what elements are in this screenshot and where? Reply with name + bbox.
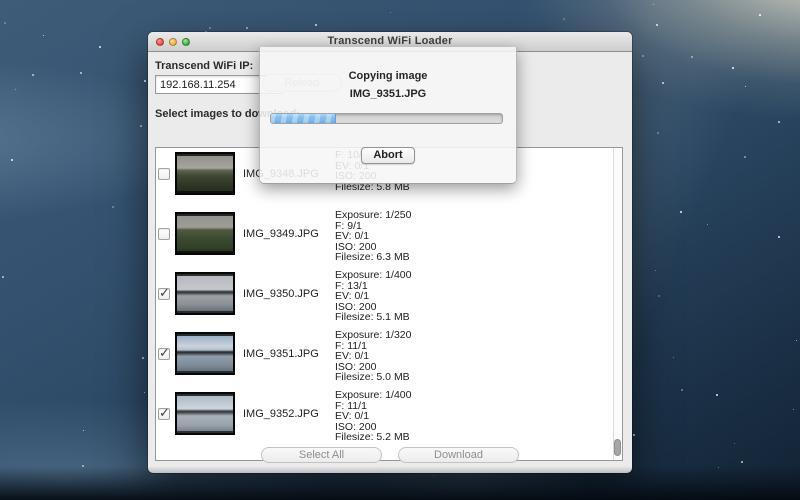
image-checkbox[interactable] [158, 168, 170, 180]
image-thumbnail [175, 392, 235, 435]
exif-line: Filesize: 5.0 MB [335, 372, 411, 383]
window-title: Transcend WiFi Loader [148, 35, 632, 47]
image-filename: IMG_9349.JPG [243, 228, 335, 240]
footer-bar: Select All Download [148, 447, 632, 463]
exif-line: Filesize: 5.1 MB [335, 312, 411, 323]
progress-bar-fill [271, 114, 336, 123]
select-all-button[interactable]: Select All [261, 447, 382, 463]
copy-progress-dialog: Copying image IMG_9351.JPG Abort [259, 47, 517, 184]
image-filename: IMG_9351.JPG [243, 348, 335, 360]
image-exif-info: Exposure: 1/400F: 13/1EV: 0/1ISO: 200Fil… [335, 270, 411, 323]
image-exif-info: Exposure: 1/320F: 11/1EV: 0/1ISO: 200Fil… [335, 330, 411, 383]
image-row: IMG_9352.JPG Exposure: 1/400F: 11/1EV: 0… [158, 390, 622, 437]
exif-line: Filesize: 5.2 MB [335, 432, 411, 443]
dialog-title: Copying image [260, 70, 516, 82]
download-button[interactable]: Download [398, 447, 519, 463]
image-thumbnail [175, 332, 235, 375]
image-thumbnail [175, 152, 235, 195]
image-thumbnail [175, 212, 235, 255]
image-checkbox[interactable] [158, 228, 170, 240]
image-row: IMG_9351.JPG Exposure: 1/320F: 11/1EV: 0… [158, 330, 622, 377]
copy-progress-bar [270, 113, 503, 124]
image-exif-info: Exposure: 1/400F: 11/1EV: 0/1ISO: 200Fil… [335, 390, 411, 443]
exif-line: Exposure: 1/250 [335, 210, 411, 221]
image-exif-info: Exposure: 1/250F: 9/1EV: 0/1ISO: 200File… [335, 210, 411, 263]
image-row: IMG_9349.JPG Exposure: 1/250F: 9/1EV: 0/… [158, 210, 622, 257]
image-thumbnail [175, 272, 235, 315]
dialog-filename: IMG_9351.JPG [260, 88, 516, 100]
image-checkbox[interactable] [158, 408, 170, 420]
image-checkbox[interactable] [158, 348, 170, 360]
exif-line: Exposure: 1/320 [335, 330, 411, 341]
ip-field-label: Transcend WiFi IP: [155, 60, 253, 72]
app-window: Transcend WiFi Loader Transcend WiFi IP:… [148, 32, 632, 473]
abort-button[interactable]: Abort [361, 147, 414, 164]
exif-line: Exposure: 1/400 [335, 390, 411, 401]
exif-line: Exposure: 1/400 [335, 270, 411, 281]
desktop-wallpaper: Transcend WiFi Loader Transcend WiFi IP:… [0, 0, 800, 500]
image-checkbox[interactable] [158, 288, 170, 300]
image-list[interactable]: IMG_9348.JPG F: 10/1EV: 0/1ISO: 200Files… [155, 147, 623, 461]
image-row: IMG_9350.JPG Exposure: 1/400F: 13/1EV: 0… [158, 270, 622, 317]
scrollbar-track[interactable] [613, 148, 622, 460]
exif-line: Filesize: 6.3 MB [335, 252, 411, 263]
window-content: Transcend WiFi IP: Reload Select images … [148, 53, 632, 473]
image-filename: IMG_9352.JPG [243, 408, 335, 420]
image-filename: IMG_9350.JPG [243, 288, 335, 300]
